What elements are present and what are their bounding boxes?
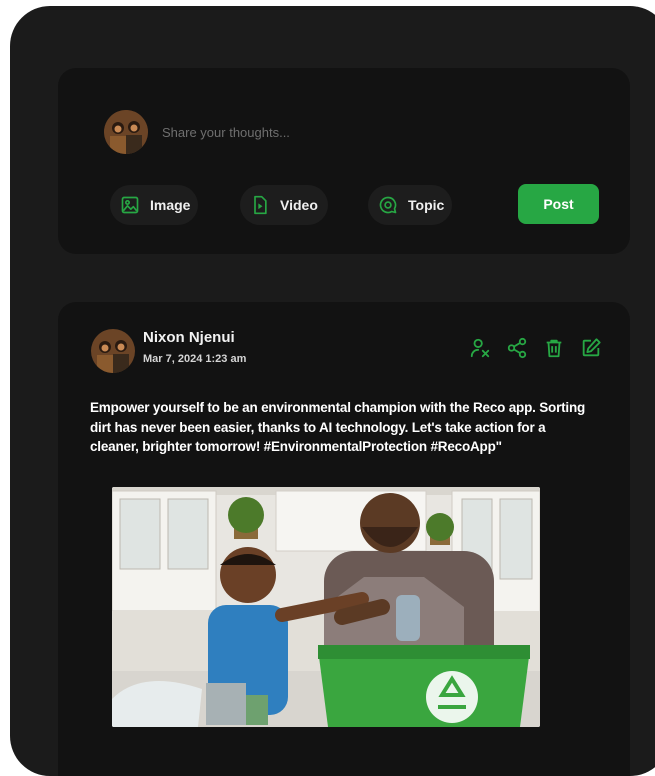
topic-icon — [379, 196, 397, 214]
post-timestamp: Mar 7, 2024 1:23 am — [143, 353, 247, 365]
edit-icon — [582, 338, 601, 357]
image-button[interactable]: Image — [110, 185, 198, 225]
author-name[interactable]: Nixon Njenui — [143, 329, 235, 346]
post-button[interactable]: Post — [518, 184, 599, 224]
image-icon — [121, 196, 139, 214]
post-image[interactable] — [112, 487, 540, 727]
post-composer: Image Video Topic Post — [58, 68, 630, 254]
image-button-label: Image — [150, 197, 191, 213]
delete-button[interactable] — [542, 336, 566, 360]
edit-button[interactable] — [579, 336, 603, 360]
post-card: Nixon Njenui Mar 7, 2024 1:23 am Empower… — [58, 302, 630, 776]
add-user-icon — [470, 338, 490, 358]
share-icon — [507, 337, 527, 359]
trash-icon — [546, 339, 562, 358]
post-body-text: Empower yourself to be an environmental … — [90, 400, 586, 454]
video-button[interactable]: Video — [240, 185, 328, 225]
video-button-label: Video — [280, 197, 318, 213]
share-button[interactable] — [505, 336, 529, 360]
author-avatar[interactable] — [91, 329, 135, 373]
post-actions — [468, 336, 603, 360]
video-icon — [254, 195, 267, 215]
topic-button[interactable]: Topic — [368, 185, 452, 225]
follow-user-button[interactable] — [468, 336, 492, 360]
app-screen: Image Video Topic Post — [10, 6, 655, 776]
topic-button-label: Topic — [408, 197, 445, 213]
avatar — [104, 110, 148, 154]
share-thoughts-input[interactable] — [162, 118, 542, 146]
